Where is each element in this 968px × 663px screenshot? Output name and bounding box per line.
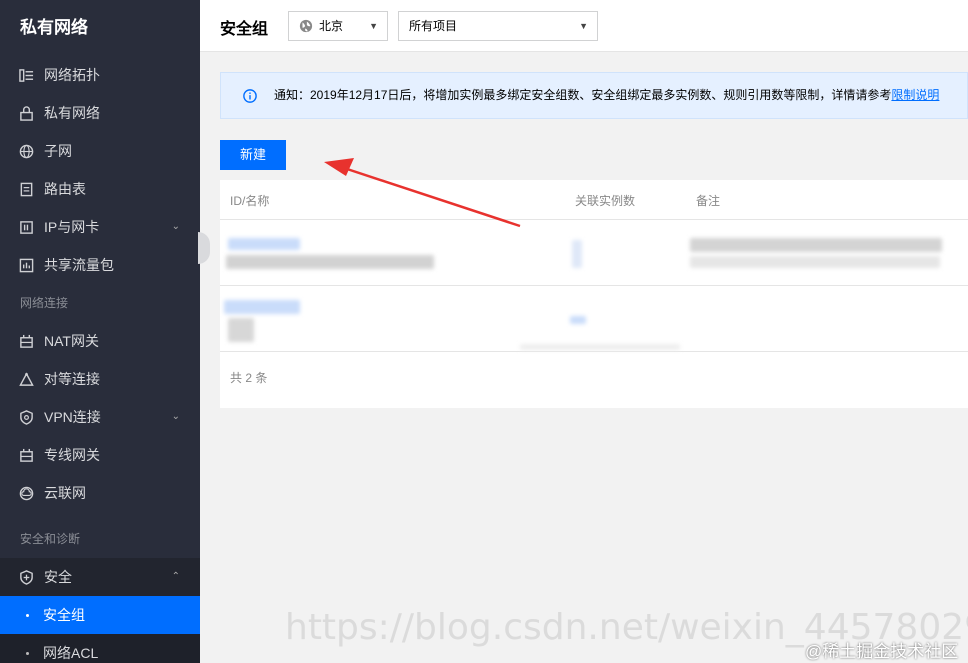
- redacted-id-link[interactable]: [224, 300, 300, 314]
- sidebar-item-ip-nic[interactable]: IP与网卡 ⌄: [0, 208, 200, 246]
- notice-link[interactable]: 限制说明: [891, 88, 939, 102]
- shield-icon: [20, 570, 33, 585]
- sidebar-item-topology[interactable]: 网络拓扑: [0, 56, 200, 94]
- chart-icon: [19, 258, 34, 273]
- column-header-instances: 关联实例数: [575, 194, 636, 208]
- sidebar-item-peering[interactable]: 对等连接: [0, 360, 200, 398]
- header-bar: 安全组 北京 ▼ 所有项目 ▼: [200, 0, 968, 52]
- sidebar-item-label: IP与网卡: [44, 219, 100, 235]
- sidebar-item-label: NAT网关: [44, 333, 99, 349]
- redacted-remark-line2: [690, 256, 940, 268]
- sidebar-title: 私有网络: [20, 18, 88, 37]
- sidebar-item-label: 共享流量包: [44, 257, 114, 273]
- sidebar-item-label: 路由表: [44, 181, 86, 197]
- project-select[interactable]: 所有项目 ▼: [398, 11, 598, 41]
- watermark-brand: @稀土掘金技术社区: [805, 642, 959, 661]
- bullet-icon: [26, 652, 29, 655]
- redacted-name: [228, 318, 254, 342]
- topology-icon: [19, 69, 34, 82]
- sidebar: 私有网络 网络拓扑 私有网络 子网 路由表 IP与网卡 ⌄ 共享流量包 网络连接…: [0, 0, 200, 663]
- region-select[interactable]: 北京 ▼: [288, 11, 388, 41]
- chevron-down-icon: ⌄: [171, 221, 180, 232]
- column-header-id: ID/名称: [230, 194, 270, 208]
- bullet-icon: [26, 614, 29, 617]
- project-value: 所有项目: [409, 19, 458, 33]
- caret-down-icon: ▼: [579, 21, 588, 31]
- globe-icon: [19, 144, 34, 159]
- gateway-icon: [20, 448, 33, 462]
- redacted-remark: [690, 238, 942, 252]
- redacted-count: [570, 316, 586, 324]
- sidebar-item-route-table[interactable]: 路由表: [0, 170, 200, 208]
- sidebar-item-vpc[interactable]: 私有网络: [0, 94, 200, 132]
- table-total: 共 2 条: [230, 371, 268, 385]
- region-value: 北京: [319, 19, 344, 33]
- sidebar-collapse-handle[interactable]: [198, 232, 210, 264]
- notice-banner: 通知：2019年12月17日后，将增加实例最多绑定安全组数、安全组绑定最多实例数…: [220, 72, 968, 119]
- lock-icon: [20, 106, 33, 121]
- redacted-name: [226, 255, 434, 269]
- page-title: 安全组: [220, 21, 269, 38]
- sidebar-item-security[interactable]: 安全 ⌃: [0, 558, 200, 596]
- notice-text: 通知：2019年12月17日后，将增加实例最多绑定安全组数、安全组绑定最多实例数…: [274, 88, 892, 102]
- sidebar-item-label: VPN连接: [44, 409, 101, 425]
- sidebar-item-label: 对等连接: [44, 371, 100, 387]
- new-button[interactable]: 新建: [220, 140, 286, 170]
- sidebar-item-label: 私有网络: [44, 105, 100, 121]
- sidebar-item-vpn[interactable]: VPN连接 ⌄: [0, 398, 200, 436]
- sidebar-item-subnet[interactable]: 子网: [0, 132, 200, 170]
- sidebar-item-label: 子网: [44, 143, 72, 159]
- sidebar-item-nat-gateway[interactable]: NAT网关: [0, 322, 200, 360]
- caret-down-icon: ▼: [369, 21, 378, 31]
- sidebar-item-label: 云联网: [44, 485, 86, 501]
- sidebar-item-label: 安全组: [43, 607, 85, 623]
- sidebar-item-security-group[interactable]: 安全组: [0, 596, 200, 634]
- gateway-icon: [20, 334, 33, 348]
- sidebar-item-label: 专线网关: [44, 447, 100, 463]
- sidebar-group-connect: 网络连接: [20, 296, 69, 310]
- sidebar-item-dc-gateway[interactable]: 专线网关: [0, 436, 200, 474]
- globe-icon: [299, 19, 313, 33]
- info-icon: [243, 89, 257, 103]
- ip-icon: [20, 221, 33, 234]
- sidebar-item-label: 网络ACL: [43, 645, 99, 661]
- triangle-icon: [19, 372, 34, 386]
- redacted-id-link[interactable]: [228, 238, 300, 250]
- cloud-icon: [19, 486, 34, 501]
- sidebar-item-label: 安全: [44, 569, 72, 585]
- sidebar-item-network-acl[interactable]: 网络ACL: [0, 634, 200, 663]
- document-icon: [20, 182, 33, 197]
- sidebar-item-ccn[interactable]: 云联网: [0, 474, 200, 512]
- column-header-remark: 备注: [696, 194, 721, 208]
- sidebar-item-traffic-package[interactable]: 共享流量包: [0, 246, 200, 284]
- sidebar-item-label: 网络拓扑: [44, 67, 100, 83]
- table-row[interactable]: [220, 286, 968, 352]
- redacted-footer-shadow: [520, 344, 680, 350]
- sidebar-group-security: 安全和诊断: [20, 532, 81, 546]
- chevron-up-icon: ⌃: [171, 571, 180, 582]
- shield-icon: [20, 410, 33, 425]
- redacted-count: [572, 240, 582, 268]
- annotation-arrow-icon: [324, 158, 521, 228]
- chevron-down-icon: ⌄: [171, 411, 180, 422]
